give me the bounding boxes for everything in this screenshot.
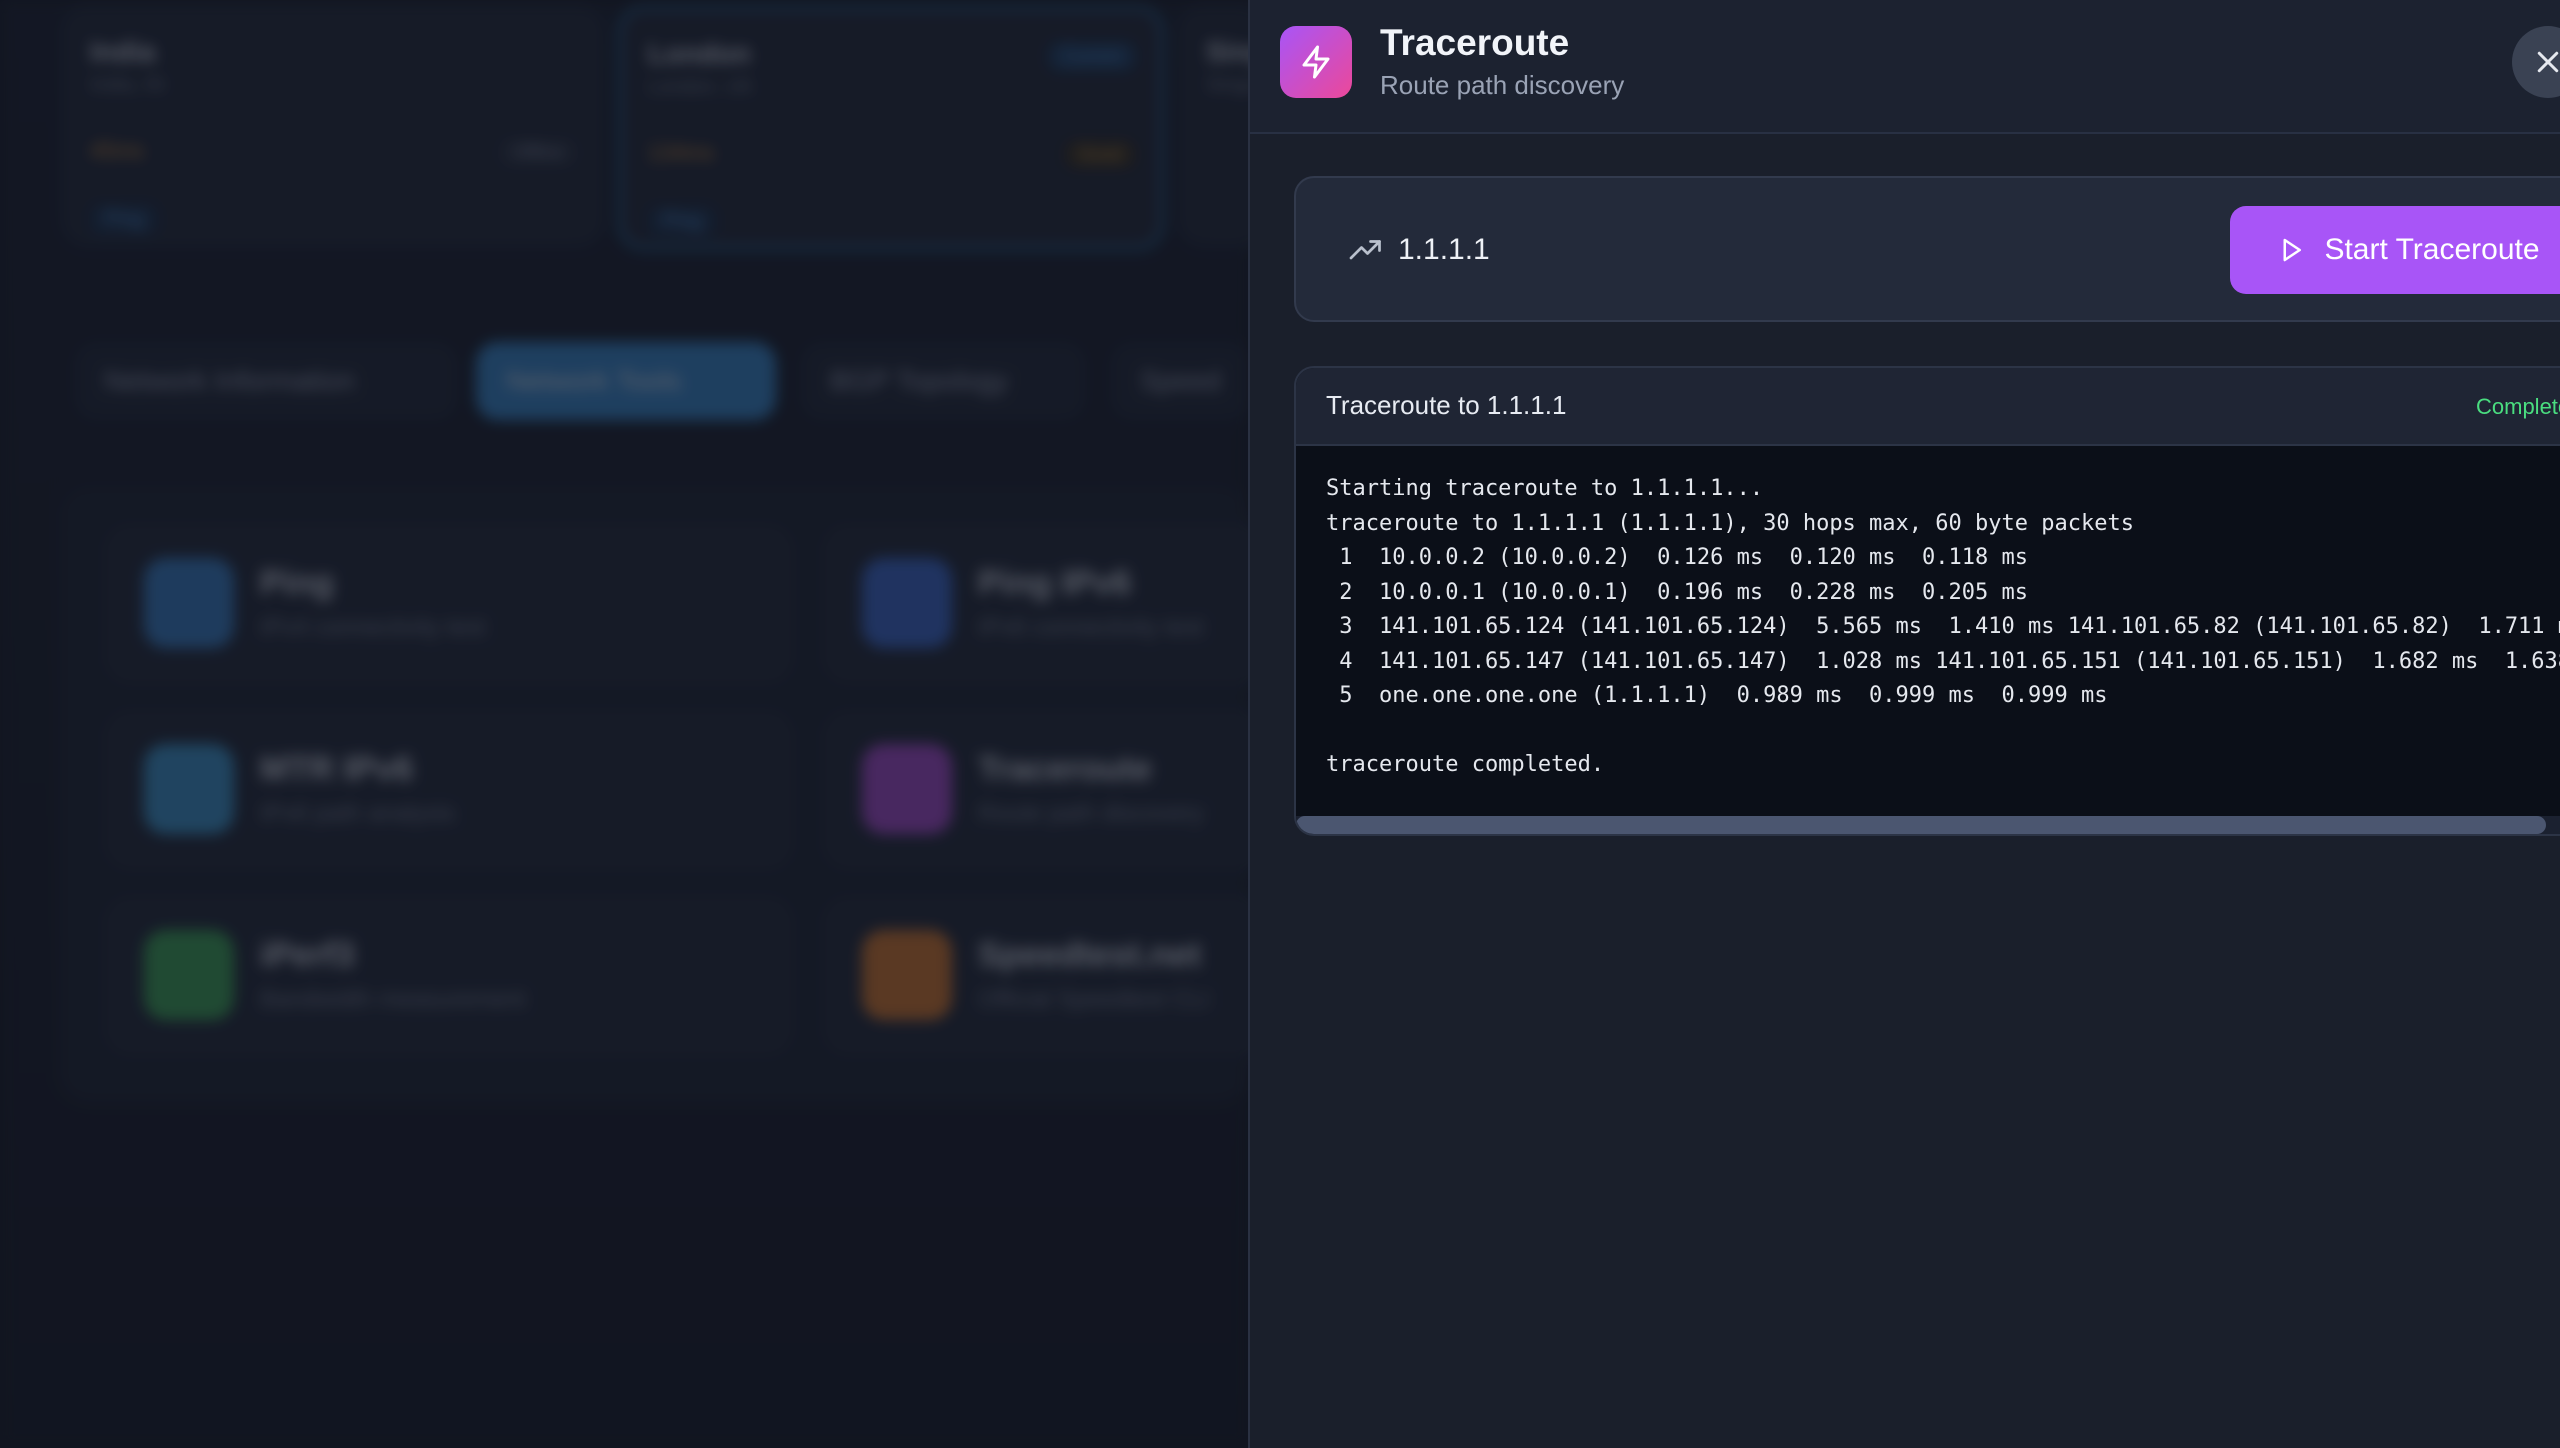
trending-up-icon	[1349, 240, 1381, 260]
modal-backdrop[interactable]	[0, 0, 1250, 1448]
traceroute-panel: Traceroute Route path discovery Start Tr…	[1248, 0, 2560, 1448]
result-panel: Traceroute to 1.1.1.1 Completed Starting…	[1294, 366, 2560, 836]
target-form: Start Traceroute	[1294, 176, 2560, 322]
lightning-icon	[1280, 26, 1352, 98]
panel-title: Traceroute	[1380, 22, 1570, 63]
play-icon	[2283, 238, 2302, 262]
close-icon	[2537, 51, 2559, 73]
target-input[interactable]	[1396, 218, 2100, 282]
scrollbar-thumb[interactable]	[1296, 816, 2546, 834]
start-traceroute-button[interactable]: Start Traceroute	[2230, 206, 2560, 294]
status-badge: Completed	[2476, 394, 2560, 419]
panel-header: Traceroute Route path discovery	[1250, 0, 2560, 134]
terminal-output: Starting traceroute to 1.1.1.1... tracer…	[1326, 476, 2560, 777]
start-traceroute-label: Start Traceroute	[2324, 233, 2540, 266]
close-button[interactable]	[2512, 26, 2560, 98]
result-title: Traceroute to 1.1.1.1	[1326, 390, 1567, 420]
result-header: Traceroute to 1.1.1.1 Completed	[1296, 368, 2560, 446]
panel-subtitle: Route path discovery	[1380, 70, 1625, 100]
horizontal-scrollbar[interactable]	[1296, 816, 2560, 834]
